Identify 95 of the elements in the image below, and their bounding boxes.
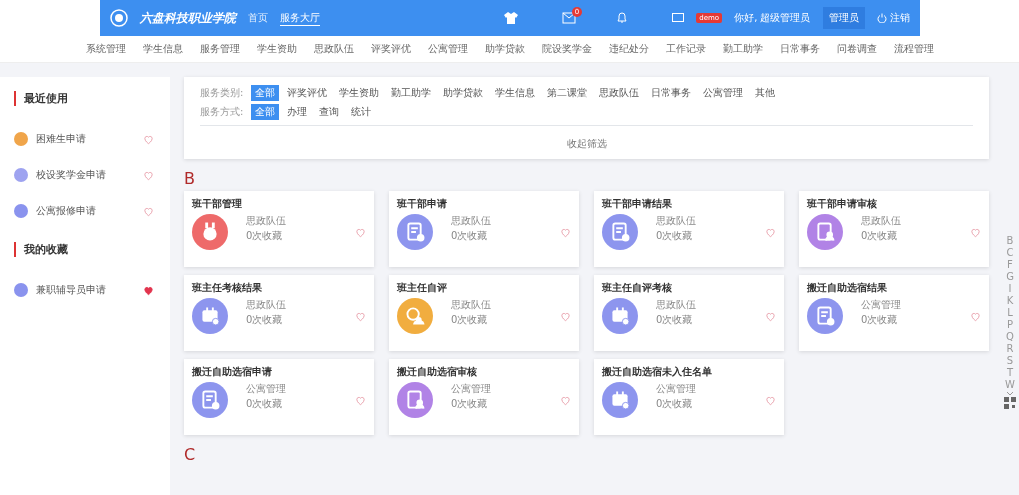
card-title[interactable]: 班干部管理 <box>192 197 366 211</box>
screen-icon[interactable] <box>672 13 685 23</box>
service-card[interactable]: 班主任自评 思政队伍 0次收藏 <box>389 275 579 351</box>
filter-option[interactable]: 勤工助学 <box>387 85 436 101</box>
menu-item[interactable]: 服务管理 <box>199 42 240 56</box>
card-title[interactable]: 搬迁自助选宿申请 <box>192 365 366 379</box>
menu-item[interactable]: 问卷调查 <box>836 42 877 56</box>
menu-item[interactable]: 系统管理 <box>85 42 126 56</box>
card-title[interactable]: 搬迁自助选宿结果 <box>807 281 981 295</box>
service-card[interactable]: 班干部申请结果 思政队伍 0次收藏 <box>594 191 784 267</box>
service-card[interactable]: 班干部申请审核 思政队伍 0次收藏 <box>799 191 989 267</box>
card-category: 公寓管理 <box>246 381 287 396</box>
logo-icon <box>109 9 128 27</box>
power-icon <box>876 13 887 23</box>
card-title[interactable]: 班干部申请 <box>397 197 571 211</box>
card-title[interactable]: 搬迁自助选宿未入住名单 <box>602 365 776 379</box>
favorite-count: 0次收藏 <box>656 228 694 243</box>
card-title[interactable]: 班主任自评考核 <box>602 281 776 295</box>
mail-icon[interactable] <box>562 12 577 24</box>
menu-item[interactable]: 学生信息 <box>142 42 183 56</box>
filter-option[interactable]: 办理 <box>283 104 312 120</box>
filter-option[interactable]: 助学贷款 <box>439 85 488 101</box>
favorite-count: 0次收藏 <box>451 396 489 411</box>
filter-option[interactable]: 统计 <box>347 104 376 120</box>
filter-label: 服务方式: <box>200 105 244 119</box>
card-category: 公寓管理 <box>451 381 492 396</box>
service-card[interactable]: 班主任自评考核 思政队伍 0次收藏 <box>594 275 784 351</box>
sidebar-item[interactable]: 校设奖学金申请 <box>36 168 135 182</box>
service-card[interactable]: 搬迁自助选宿审核 公寓管理 0次收藏 <box>389 359 579 435</box>
menu-item[interactable]: 勤工助学 <box>722 42 763 56</box>
favorite-count: 0次收藏 <box>246 396 284 411</box>
menu-item[interactable]: 学生资助 <box>256 42 297 56</box>
collapse-link[interactable]: 收起筛选 <box>566 138 607 149</box>
service-card[interactable]: 班主任考核结果 思政队伍 0次收藏 <box>184 275 374 351</box>
menu-item[interactable]: 公寓管理 <box>427 42 468 56</box>
favorite-count: 0次收藏 <box>246 228 284 243</box>
shirt-icon[interactable] <box>504 12 519 24</box>
service-card[interactable]: 搬迁自助选宿结果 公寓管理 0次收藏 <box>799 275 989 351</box>
card-category: 公寓管理 <box>861 297 902 312</box>
filter-option[interactable]: 公寓管理 <box>699 85 748 101</box>
service-card[interactable]: 搬迁自助选宿未入住名单 公寓管理 0次收藏 <box>594 359 784 435</box>
service-card[interactable]: 班干部管理 思政队伍 0次收藏 <box>184 191 374 267</box>
sidebar-item[interactable]: 困难生申请 <box>36 132 135 146</box>
filter-option[interactable]: 评奖评优 <box>283 85 332 101</box>
card-title[interactable]: 班主任考核结果 <box>192 281 366 295</box>
card-title[interactable]: 班干部申请审核 <box>807 197 981 211</box>
menu-item[interactable]: 工作记录 <box>665 42 706 56</box>
menu-item[interactable]: 评奖评优 <box>370 42 411 56</box>
card-category: 思政队伍 <box>861 213 902 228</box>
favorite-count: 0次收藏 <box>861 228 899 243</box>
filter-option[interactable]: 学生资助 <box>335 85 384 101</box>
section-title: 我的收藏 <box>14 242 170 257</box>
card-title[interactable]: 班干部申请结果 <box>602 197 776 211</box>
chevron-down-icon[interactable] <box>1006 391 1014 396</box>
sidebar-item[interactable]: 兼职辅导员申请 <box>36 283 135 297</box>
filter-option[interactable]: 学生信息 <box>491 85 540 101</box>
menu-item[interactable]: 助学贷款 <box>484 42 525 56</box>
favorite-count: 0次收藏 <box>861 312 899 327</box>
sidebar-item[interactable]: 公寓报修申请 <box>36 204 135 218</box>
card-category: 思政队伍 <box>656 297 697 312</box>
heart-icon[interactable] <box>143 284 154 296</box>
role-tag[interactable]: 管理员 <box>822 7 865 29</box>
menu-item[interactable]: 流程管理 <box>893 42 934 56</box>
favorite-count: 0次收藏 <box>656 312 694 327</box>
filter-option[interactable]: 查询 <box>315 104 344 120</box>
card-category: 思政队伍 <box>451 297 492 312</box>
favorite-count: 0次收藏 <box>246 312 284 327</box>
service-card[interactable]: 班干部申请 思政队伍 0次收藏 <box>389 191 579 267</box>
filter-option[interactable]: 第二课堂 <box>543 85 592 101</box>
favorite-count: 0次收藏 <box>451 312 489 327</box>
menu-item[interactable]: 院设奖学金 <box>541 42 592 56</box>
card-category: 思政队伍 <box>656 213 697 228</box>
greeting-text: 你好, 超级管理员 <box>734 11 811 25</box>
section-title: 最近使用 <box>14 91 170 106</box>
card-title[interactable]: 搬迁自助选宿审核 <box>397 365 571 379</box>
filter-option[interactable]: 其他 <box>751 85 780 101</box>
qr-code-icon[interactable] <box>1004 397 1016 409</box>
service-card[interactable]: 搬迁自助选宿申请 公寓管理 0次收藏 <box>184 359 374 435</box>
menu-item[interactable]: 日常事务 <box>779 42 820 56</box>
group-letter: C <box>184 445 197 464</box>
filter-label: 服务类别: <box>200 86 244 100</box>
favorite-count: 0次收藏 <box>451 228 489 243</box>
card-category: 思政队伍 <box>246 213 287 228</box>
card-category: 思政队伍 <box>451 213 492 228</box>
group-letter: B <box>184 169 196 188</box>
card-category: 公寓管理 <box>656 381 697 396</box>
card-category: 思政队伍 <box>246 297 287 312</box>
school-name: 六盘科技职业学院 <box>139 9 236 27</box>
filter-option[interactable]: 思政队伍 <box>595 85 644 101</box>
bell-icon[interactable] <box>616 12 629 24</box>
filter-option[interactable]: 日常事务 <box>647 85 696 101</box>
card-title[interactable]: 班主任自评 <box>397 281 571 295</box>
menu-item[interactable]: 思政队伍 <box>313 42 354 56</box>
favorite-count: 0次收藏 <box>656 396 694 411</box>
menu-item[interactable]: 违纪处分 <box>608 42 649 56</box>
